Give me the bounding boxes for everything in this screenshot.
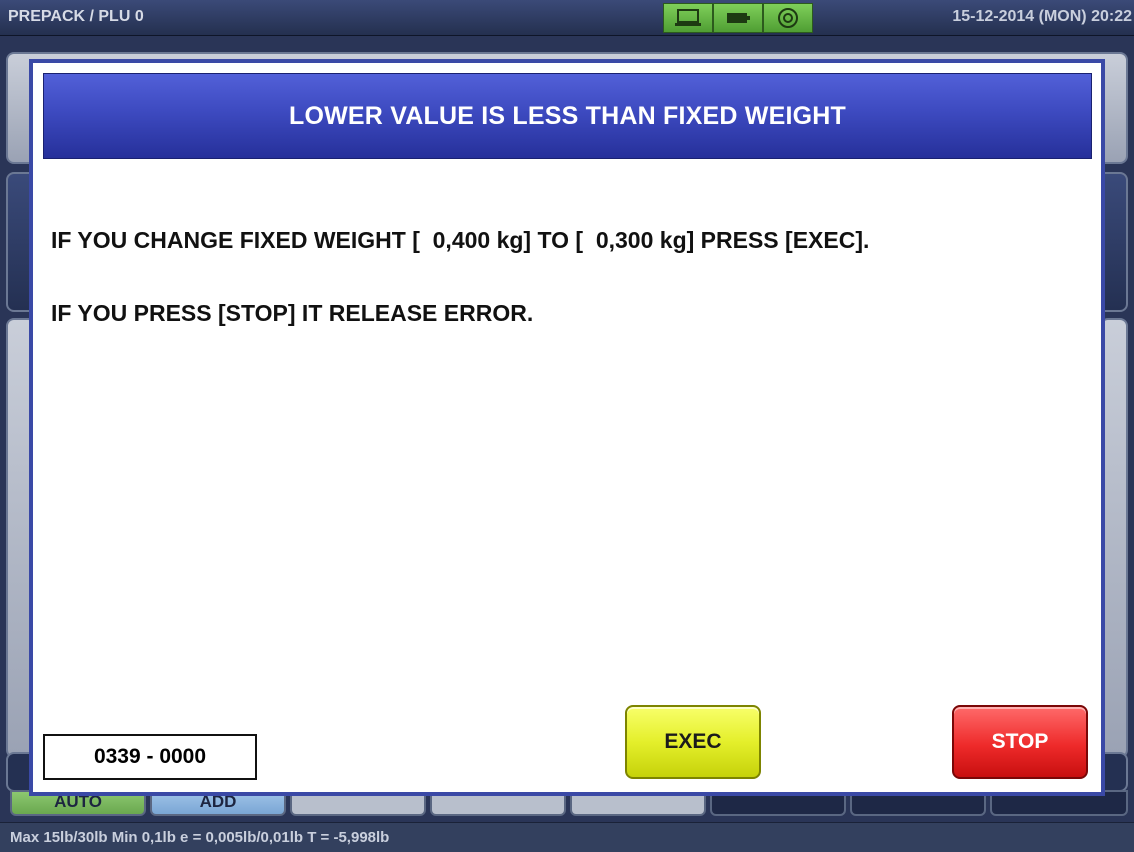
exec-button[interactable]: EXEC bbox=[625, 705, 761, 779]
footer-bar: Max 15lb/30lb Min 0,1lb e = 0,005lb/0,01… bbox=[0, 822, 1134, 852]
scale-spec: Max 15lb/30lb Min 0,1lb e = 0,005lb/0,01… bbox=[10, 829, 390, 846]
top-status-bar: PREPACK / PLU 0 15-12-2014 (MON) 20:22 bbox=[0, 0, 1134, 36]
message-line-1: IF YOU CHANGE FIXED WEIGHT [ 0,400 kg] T… bbox=[51, 227, 870, 253]
mode-label: PREPACK / PLU 0 bbox=[8, 8, 144, 25]
network-icon bbox=[763, 3, 813, 33]
message-line-2: IF YOU PRESS [STOP] IT RELEASE ERROR. bbox=[51, 300, 534, 326]
error-code-box: 0339 - 0000 bbox=[43, 734, 257, 780]
dialog-header: LOWER VALUE IS LESS THAN FIXED WEIGHT bbox=[43, 73, 1092, 159]
stop-button[interactable]: STOP bbox=[952, 705, 1088, 779]
battery-icon bbox=[713, 3, 763, 33]
error-dialog: LOWER VALUE IS LESS THAN FIXED WEIGHT IF… bbox=[29, 59, 1105, 796]
date-time: 15-12-2014 (MON) 20:22 bbox=[952, 8, 1132, 25]
laptop-icon bbox=[663, 3, 713, 33]
dialog-title: LOWER VALUE IS LESS THAN FIXED WEIGHT bbox=[289, 101, 846, 130]
status-icons bbox=[663, 3, 813, 33]
